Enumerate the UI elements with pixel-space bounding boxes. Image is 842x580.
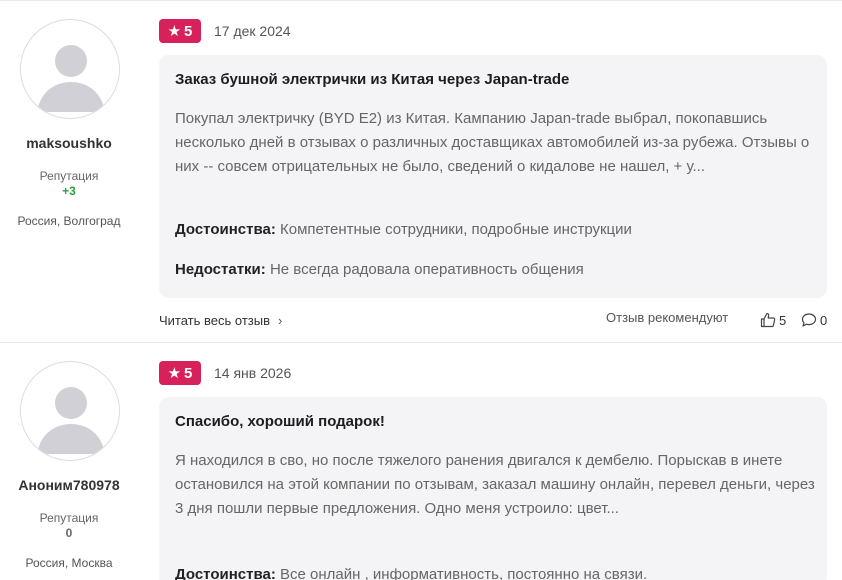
reputation-label: Репутация (39, 511, 99, 525)
reputation-value: +3 (62, 184, 76, 198)
pros-text: Все онлайн , информативность, постоянно … (280, 566, 648, 580)
star-icon: ★ (167, 364, 182, 382)
cons-label: Недостатки: (175, 261, 266, 278)
thumbs-up-icon (760, 312, 776, 328)
read-more-label: Читать весь отзыв (159, 312, 271, 328)
review-item: maksoushko Репутация +3 Россия, Волгогра… (0, 0, 842, 342)
username[interactable]: Аноним780978 (0, 477, 138, 493)
review-card[interactable]: Спасибо, хороший подарок! Я находился в … (159, 397, 827, 580)
pros-label: Достоинства: (175, 566, 276, 580)
pros-label: Достоинства: (175, 221, 276, 238)
avatar-placeholder-icon (37, 45, 105, 112)
review-card[interactable]: Заказ бушной электрички из Китая через J… (159, 55, 827, 298)
rating-badge: ★ 5 (159, 19, 201, 43)
avatar-placeholder-icon (37, 387, 105, 454)
user-location: Россия, Волгоград (17, 214, 121, 228)
read-full-review-link[interactable]: Читать весь отзыв › (159, 310, 282, 330)
user-location: Россия, Москва (25, 556, 113, 570)
review-title[interactable]: Заказ бушной электрички из Китая через J… (175, 71, 569, 88)
rating-badge: ★ 5 (159, 361, 201, 385)
chevron-right-icon: › (278, 312, 283, 328)
review-text: Я находился в сво, но после тяжелого ран… (175, 452, 815, 517)
review-cons: Недостатки: Не всегда радовала оперативн… (175, 261, 584, 278)
rating-value: 5 (184, 364, 193, 382)
username[interactable]: maksoushko (0, 135, 138, 151)
review-title[interactable]: Спасибо, хороший подарок! (175, 413, 385, 430)
like-button[interactable]: 5 (760, 310, 786, 330)
cons-text: Не всегда радовала оперативность общения (269, 261, 584, 278)
pros-text: Компетентные сотрудники, подробные инстр… (280, 221, 632, 238)
review-pros: Достоинства: Все онлайн , информативност… (175, 566, 647, 580)
avatar[interactable] (20, 19, 120, 119)
rating-value: 5 (184, 22, 193, 40)
recommend-label: Отзыв рекомендуют (606, 310, 729, 325)
comment-icon (801, 313, 817, 327)
review-date: 14 янв 2026 (214, 365, 292, 381)
comments-button[interactable]: 0 (801, 310, 827, 330)
review-item: Аноним780978 Репутация 0 Россия, Москва … (0, 342, 842, 580)
review-text: Покупал электричку (BYD E2) из Китая. Ка… (175, 110, 810, 175)
reputation-value: 0 (65, 526, 73, 540)
avatar[interactable] (20, 361, 120, 461)
likes-count: 5 (779, 312, 787, 328)
review-pros: Достоинства: Компетентные сотрудники, по… (175, 221, 632, 238)
reputation-label: Репутация (39, 169, 99, 183)
star-icon: ★ (167, 22, 182, 40)
comments-count: 0 (820, 312, 828, 328)
review-date: 17 дек 2024 (214, 23, 291, 39)
